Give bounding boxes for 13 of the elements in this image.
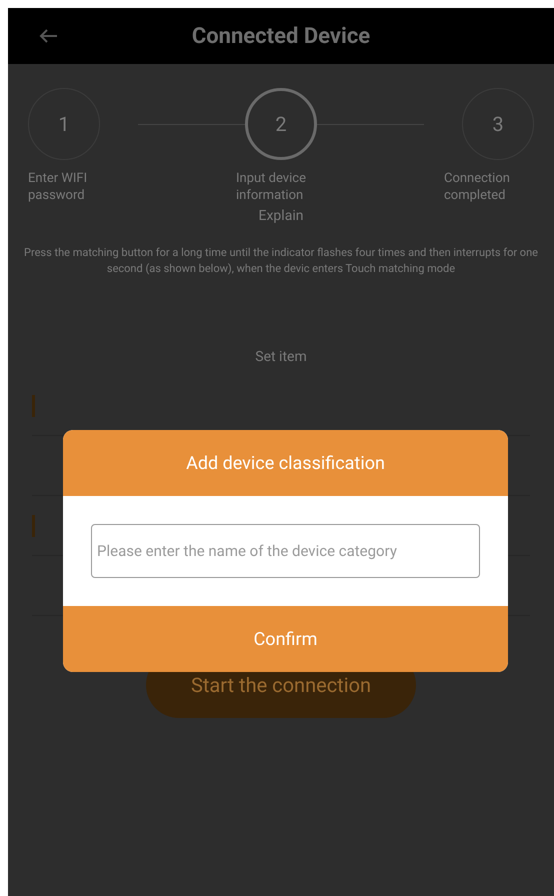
section-marker [32, 394, 35, 416]
step-label: Enter WIFI password [28, 170, 88, 204]
back-arrow-icon[interactable] [38, 28, 58, 44]
header-title: Connected Device [190, 22, 372, 50]
step-label: Connection completed [444, 170, 511, 204]
section-marker [32, 514, 35, 536]
confirm-button[interactable]: Confirm [63, 606, 508, 672]
category-name-field[interactable]: Please enter the name of the device category [91, 524, 480, 578]
explain-title: Explain [258, 207, 304, 226]
step-label: Input device information [236, 170, 307, 204]
explain-text: Press the matching button for a long time until the indicator flashes four times and then interrupts for one second (as shown below), when the devic enters Touch matching mode [23, 245, 539, 277]
dialog-title: Add device classification [63, 430, 508, 496]
section-title: Set item [254, 348, 308, 367]
